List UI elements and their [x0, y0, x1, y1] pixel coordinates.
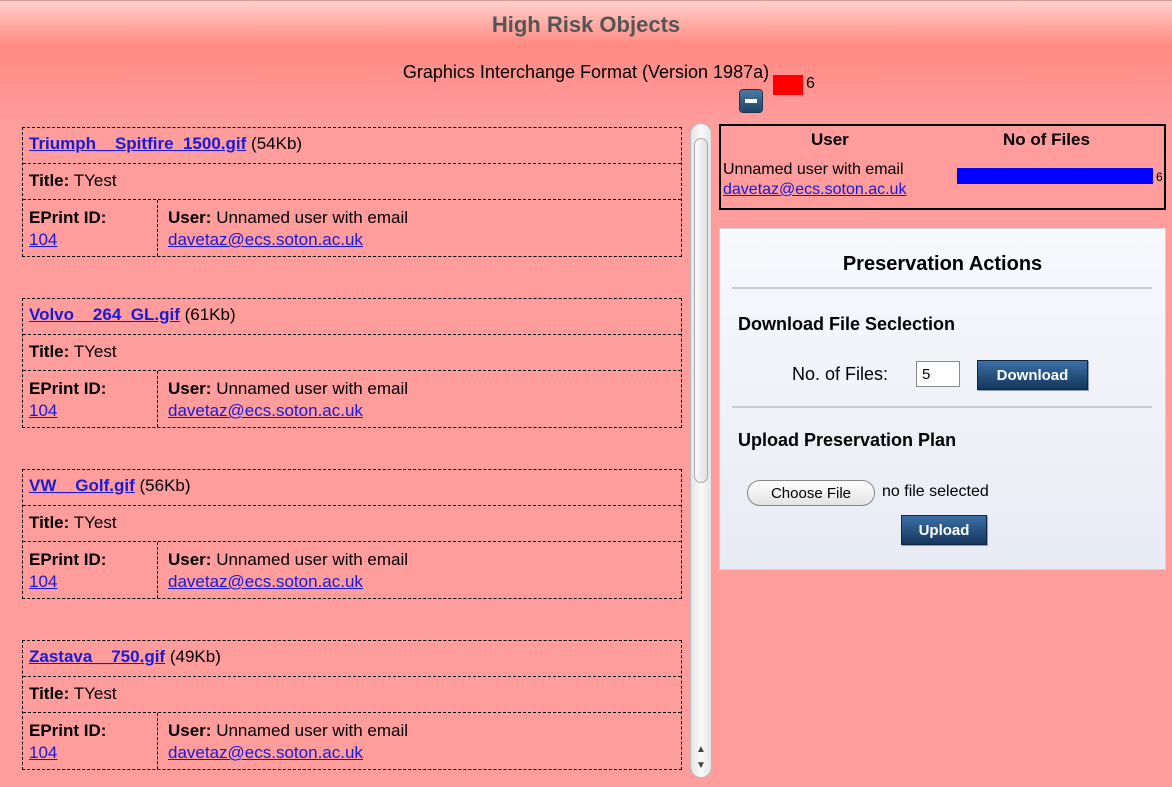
file-size: (61Kb)	[184, 305, 236, 324]
record-item: Volvo__264_GL.gif (61Kb) Title: TYest EP…	[22, 298, 682, 428]
page-title: High Risk Objects	[491, 12, 681, 37]
stats-user-text: Unnamed user with email	[723, 161, 904, 178]
email-link[interactable]: davetaz@ecs.soton.ac.uk	[168, 230, 363, 249]
upload-heading: Upload Preservation Plan	[738, 430, 957, 450]
eprint-link[interactable]: 104	[29, 743, 57, 762]
risk-swatch	[773, 75, 803, 95]
file-link[interactable]: Volvo__264_GL.gif	[29, 305, 180, 324]
eprint-link[interactable]: 104	[29, 572, 57, 591]
files-count: 6	[1156, 170, 1163, 184]
record-meta-row: EPrint ID: 104 User: Unnamed user with e…	[23, 542, 681, 598]
email-link[interactable]: davetaz@ecs.soton.ac.uk	[168, 572, 363, 591]
scroll-down-arrow-icon[interactable]: ▼	[696, 760, 706, 771]
title-value: TYest	[73, 342, 117, 361]
files-count-label: No. of Files:	[792, 364, 889, 384]
email-link[interactable]: davetaz@ecs.soton.ac.uk	[168, 401, 363, 420]
file-size: (49Kb)	[169, 647, 221, 666]
eprint-label: EPrint ID:	[29, 721, 107, 740]
format-name: Graphics Interchange Format (Version 198…	[0, 62, 1172, 83]
user-label: User:	[168, 379, 212, 398]
record-meta-row: EPrint ID: 104 User: Unnamed user with e…	[23, 200, 681, 256]
record-file-row: Triumph__Spitfire_1500.gif (54Kb)	[23, 128, 681, 164]
eprint-label: EPrint ID:	[29, 208, 107, 227]
eprint-link[interactable]: 104	[29, 230, 57, 249]
user-cell: User: Unnamed user with email davetaz@ec…	[158, 542, 678, 598]
user-cell: User: Unnamed user with email davetaz@ec…	[158, 200, 678, 256]
user-label: User:	[168, 208, 212, 227]
user-cell: User: Unnamed user with email davetaz@ec…	[158, 371, 678, 427]
record-meta-row: EPrint ID: 104 User: Unnamed user with e…	[23, 371, 681, 427]
collapse-icon[interactable]	[740, 90, 762, 112]
record-title-row: Title: TYest	[23, 335, 681, 371]
scroll-thumb[interactable]	[694, 138, 708, 483]
user-text: Unnamed user with email	[216, 550, 409, 569]
user-label: User:	[168, 550, 212, 569]
user-text: Unnamed user with email	[216, 208, 409, 227]
title-label: Title:	[29, 342, 70, 361]
eprint-link[interactable]: 104	[29, 401, 57, 420]
title-value: TYest	[73, 171, 117, 190]
title-label: Title:	[29, 513, 70, 532]
title-value: TYest	[73, 513, 117, 532]
panel-title: Preservation Actions	[842, 253, 1043, 275]
title-label: Title:	[29, 171, 70, 190]
record-title-row: Title: TYest	[23, 506, 681, 542]
upload-button[interactable]: Upload	[901, 515, 987, 545]
download-heading: Download File Seclection	[738, 314, 956, 334]
scroll-up-arrow-icon[interactable]: ▲	[696, 744, 706, 755]
record-file-row: VW__Golf.gif (56Kb)	[23, 470, 681, 506]
record-item: Zastava__750.gif (49Kb) Title: TYest EPr…	[22, 640, 682, 770]
files-count-input[interactable]: 5	[916, 361, 960, 387]
eprint-label: EPrint ID:	[29, 379, 107, 398]
eprint-cell: EPrint ID: 104	[23, 200, 158, 256]
stats-email-link[interactable]: davetaz@ecs.soton.ac.uk	[723, 181, 906, 198]
no-file-text: no file selected	[882, 483, 989, 500]
file-link[interactable]: Triumph__Spitfire_1500.gif	[29, 134, 246, 153]
file-link[interactable]: Zastava__750.gif	[29, 647, 165, 666]
choose-file-button[interactable]: Choose File	[747, 480, 875, 506]
file-size: (56Kb)	[139, 476, 191, 495]
divider	[732, 406, 1152, 408]
file-link[interactable]: VW__Golf.gif	[29, 476, 135, 495]
stats-header-files: No of Files	[1003, 130, 1090, 149]
record-title-row: Title: TYest	[23, 677, 681, 713]
format-label: Graphics Interchange Format (Version 198…	[402, 62, 770, 82]
vertical-scrollbar[interactable]: ▲ ▼	[690, 123, 712, 778]
files-bar	[957, 168, 1153, 184]
title-label: Title:	[29, 684, 70, 703]
email-link[interactable]: davetaz@ecs.soton.ac.uk	[168, 743, 363, 762]
eprint-cell: EPrint ID: 104	[23, 713, 158, 769]
format-count: 6	[806, 75, 815, 92]
record-item: VW__Golf.gif (56Kb) Title: TYest EPrint …	[22, 469, 682, 599]
user-text: Unnamed user with email	[216, 721, 409, 740]
eprint-cell: EPrint ID: 104	[23, 371, 158, 427]
user-text: Unnamed user with email	[216, 379, 409, 398]
stats-user-cell: Unnamed user with email davetaz@ecs.soto…	[723, 160, 906, 200]
record-file-row: Zastava__750.gif (49Kb)	[23, 641, 681, 677]
user-stats-table: User No of Files Unnamed user with email…	[719, 124, 1166, 210]
file-size: (54Kb)	[251, 134, 303, 153]
eprint-cell: EPrint ID: 104	[23, 542, 158, 598]
record-item: Triumph__Spitfire_1500.gif (54Kb) Title:…	[22, 127, 682, 257]
divider	[732, 287, 1152, 289]
user-cell: User: Unnamed user with email davetaz@ec…	[158, 713, 678, 769]
title-value: TYest	[73, 684, 117, 703]
record-meta-row: EPrint ID: 104 User: Unnamed user with e…	[23, 713, 681, 769]
record-file-row: Volvo__264_GL.gif (61Kb)	[23, 299, 681, 335]
eprint-label: EPrint ID:	[29, 550, 107, 569]
download-button[interactable]: Download	[977, 360, 1088, 390]
preservation-actions-panel: Preservation Actions Download File Secle…	[719, 228, 1166, 570]
record-title-row: Title: TYest	[23, 164, 681, 200]
stats-header-user: User	[811, 130, 849, 149]
record-list[interactable]: Triumph__Spitfire_1500.gif (54Kb) Title:…	[22, 127, 682, 787]
user-label: User:	[168, 721, 212, 740]
